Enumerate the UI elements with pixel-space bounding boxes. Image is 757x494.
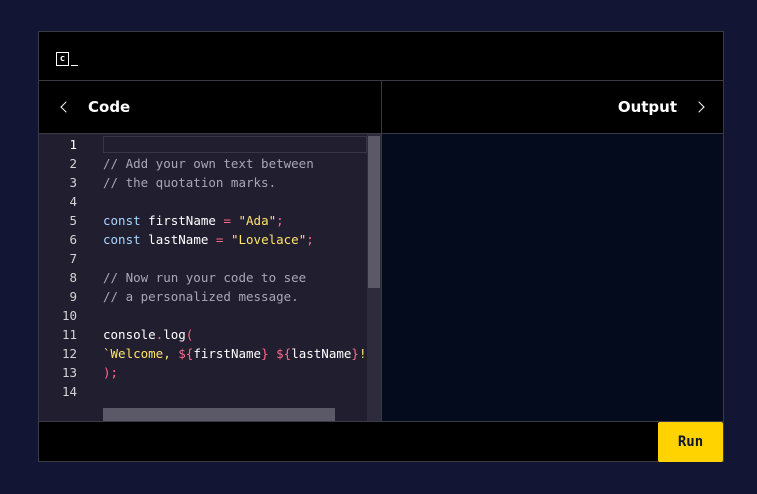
code-token: firstName: [140, 213, 224, 228]
vertical-scrollbar-thumb[interactable]: [368, 136, 380, 288]
code-text: );: [103, 363, 118, 382]
line-number: 5: [69, 213, 77, 228]
bottom-bar: Run: [39, 421, 723, 462]
code-text: const firstName = "Ada";: [103, 211, 284, 230]
code-line[interactable]: 6 const lastName = "Lovelace";: [39, 230, 369, 249]
code-text: console.log(: [103, 325, 193, 344]
chevron-right-icon[interactable]: [693, 101, 705, 113]
code-token: "Ada": [238, 213, 277, 228]
line-number: 13: [61, 365, 77, 380]
code-token: ;: [276, 213, 284, 228]
output-panel-title: Output: [617, 98, 677, 116]
code-line[interactable]: 2 // Add your own text between: [39, 154, 369, 173]
chevron-left-icon[interactable]: [60, 101, 72, 113]
line-number: 2: [69, 156, 77, 171]
code-token: // Add your own text between: [103, 156, 314, 171]
code-text: // a personalized message.: [103, 287, 299, 306]
line-number: 14: [61, 384, 77, 399]
line-number: 11: [61, 327, 77, 342]
code-token: }: [261, 346, 269, 361]
code-token: =: [223, 213, 231, 228]
code-token: "Lovelace": [230, 232, 307, 247]
logo-letter: c: [56, 52, 69, 66]
code-workspace: c Code Output 1 2// Add your own text bet…: [38, 31, 724, 462]
code-token: ;: [306, 232, 314, 247]
line-number: 6: [69, 232, 77, 247]
code-token: );: [103, 365, 119, 380]
output-panel-header: Output: [382, 81, 723, 134]
code-text: // Add your own text between: [103, 154, 314, 173]
code-line[interactable]: 11 console.log(: [39, 325, 369, 344]
code-token: `Welcome,: [103, 346, 179, 361]
code-token: (: [185, 327, 194, 342]
code-line[interactable]: 1: [39, 135, 369, 154]
line-number: 7: [69, 251, 77, 266]
output-panel: [382, 134, 723, 421]
code-line[interactable]: 5 const firstName = "Ada";: [39, 211, 369, 230]
line-number: 9: [69, 289, 77, 304]
code-token: ${: [276, 346, 292, 361]
code-text: `Welcome, ${firstName} ${lastName}!`: [103, 344, 374, 363]
code-token: log: [163, 327, 186, 342]
top-bar: c: [39, 32, 723, 81]
code-token: firstName: [193, 346, 262, 361]
line-number: 3: [69, 175, 77, 190]
code-line[interactable]: 14: [39, 382, 369, 401]
code-token: lastName: [140, 232, 216, 247]
line-number: 10: [61, 308, 77, 323]
code-line[interactable]: 3 // the quotation marks.: [39, 173, 369, 192]
code-token: console: [103, 327, 156, 342]
code-token: // Now run your code to see: [103, 270, 307, 285]
line-number: 12: [61, 346, 77, 361]
code-editor[interactable]: 1 2// Add your own text between 3// the qu…: [39, 134, 382, 421]
line-number: 8: [69, 270, 77, 285]
code-token: lastName: [291, 346, 352, 361]
code-token: }: [351, 346, 359, 361]
code-token: const: [103, 213, 141, 228]
code-line[interactable]: 13);: [39, 363, 369, 382]
line-number: 4: [69, 194, 77, 209]
code-line[interactable]: 8 // Now run your code to see: [39, 268, 369, 287]
code-text: // Now run your code to see: [103, 268, 306, 287]
code-panel-header: Code: [39, 81, 382, 134]
code-line[interactable]: 9 // a personalized message.: [39, 287, 369, 306]
code-token: const: [103, 232, 141, 247]
code-text: // the quotation marks.: [103, 173, 276, 192]
code-line[interactable]: 12 `Welcome, ${firstName} ${lastName}!`: [39, 344, 374, 363]
code-text: const lastName = "Lovelace";: [103, 230, 314, 249]
code-token: // the quotation marks.: [103, 175, 277, 190]
code-token: ${: [178, 346, 194, 361]
code-line[interactable]: 4: [39, 192, 369, 211]
run-button[interactable]: Run: [658, 422, 723, 462]
line-number: 1: [69, 137, 77, 152]
codecademy-logo-icon[interactable]: c: [56, 48, 78, 66]
logo-cursor: [71, 64, 78, 66]
horizontal-scrollbar-thumb[interactable]: [103, 408, 335, 421]
code-panel-title: Code: [88, 98, 131, 116]
code-line[interactable]: 10: [39, 306, 369, 325]
code-line[interactable]: 7: [39, 249, 369, 268]
code-token: // a personalized message.: [103, 289, 299, 304]
